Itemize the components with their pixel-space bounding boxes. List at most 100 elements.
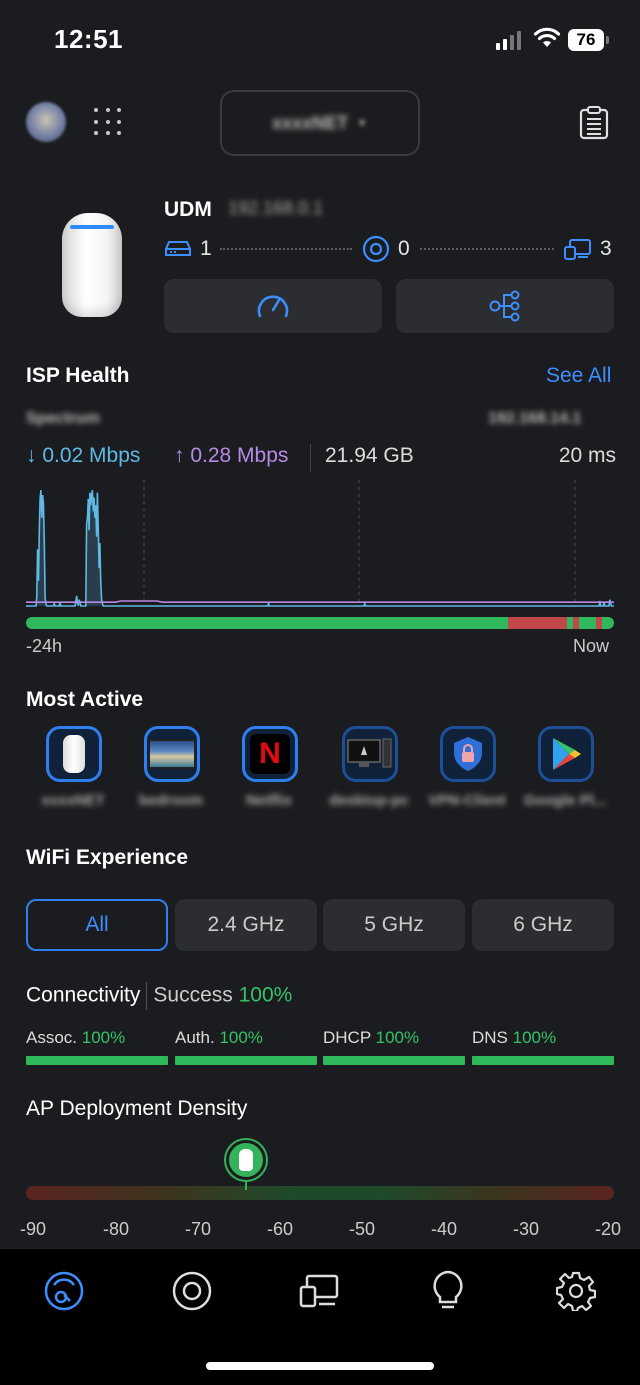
tab-insights[interactable] xyxy=(426,1269,470,1313)
isp-name: Spectrum xyxy=(26,410,100,427)
wireless-count-value: 0 xyxy=(398,237,410,260)
most-active-name: desktop-pc xyxy=(328,792,409,809)
density-tick: -30 xyxy=(512,1219,539,1239)
metric-value: 100% xyxy=(512,1028,557,1047)
topology-button[interactable] xyxy=(396,279,614,333)
total-usage: 21.94 GB xyxy=(325,444,414,467)
most-active-item-udm[interactable] xyxy=(46,726,102,782)
upload-value: 0.28 Mbps xyxy=(190,444,289,467)
isp-throughput-chart[interactable] xyxy=(26,480,614,612)
site-selector[interactable]: xxxxNET ▼ xyxy=(220,90,420,156)
wifi-experience-title: WiFi Experience xyxy=(26,846,189,869)
site-name: xxxxNET xyxy=(272,112,349,133)
ap-density-marker[interactable] xyxy=(226,1140,267,1180)
clients-count-value: 3 xyxy=(600,237,612,260)
metric-dns: DNS 100% xyxy=(472,1028,614,1065)
density-marker-stem xyxy=(245,1180,248,1190)
most-active-name: VPN-Client xyxy=(428,792,506,809)
band-tab-all[interactable]: All xyxy=(26,899,168,951)
band-tab-5ghz[interactable]: 5 GHz xyxy=(323,899,465,951)
arrow-up-icon: ↑ xyxy=(174,444,191,467)
tab-settings[interactable] xyxy=(554,1269,598,1313)
most-active-name: bedroom xyxy=(138,792,204,809)
density-tick: -80 xyxy=(102,1219,129,1239)
clients-icon xyxy=(299,1274,339,1308)
download-series-area xyxy=(26,490,614,606)
connectivity-summary: Connectivity Success 100% xyxy=(26,982,292,1010)
topology-summary[interactable]: 1 0 3 xyxy=(164,234,614,264)
density-tick: -90 xyxy=(19,1219,46,1239)
tab-dashboard[interactable] xyxy=(42,1269,86,1313)
health-segment xyxy=(578,617,597,629)
clients-count: 3 xyxy=(564,234,612,264)
arrow-down-icon: ↓ xyxy=(26,444,43,467)
most-active-item-netflix[interactable]: N xyxy=(242,726,298,782)
udm-device-image[interactable] xyxy=(62,213,122,317)
connectivity-label: Connectivity xyxy=(26,983,141,1007)
metric-label: Auth. xyxy=(175,1028,215,1047)
wired-devices-count: 1 xyxy=(164,234,212,264)
see-all-link[interactable]: See All xyxy=(546,364,611,388)
download-rate: ↓ 0.02 Mbps xyxy=(26,444,140,468)
topology-icon xyxy=(489,290,520,322)
tab-devices[interactable] xyxy=(170,1269,214,1313)
tab-clients[interactable] xyxy=(298,1269,342,1313)
clipboard-list-icon[interactable] xyxy=(578,106,610,140)
metric-label: DHCP xyxy=(323,1028,371,1047)
switch-icon xyxy=(165,241,191,256)
battery-icon: 76 xyxy=(568,29,610,51)
upload-rate: ↑ 0.28 Mbps xyxy=(174,444,288,468)
clients-icon xyxy=(564,239,591,260)
most-active-item-bedroom[interactable] xyxy=(144,726,200,782)
density-tick: -60 xyxy=(266,1219,293,1239)
shield-lock-icon xyxy=(454,737,482,771)
device-name: UDM xyxy=(164,198,212,221)
device-ip: 192.168.0.1 xyxy=(228,198,324,218)
cellular-signal-icon xyxy=(496,31,521,50)
density-tick: -70 xyxy=(184,1219,211,1239)
success-value: 100% xyxy=(238,983,293,1007)
metric-value: 100% xyxy=(219,1028,263,1047)
most-active-name: Google Pl... xyxy=(523,792,607,809)
density-tick: -40 xyxy=(430,1219,457,1239)
metric-bar xyxy=(26,1056,168,1065)
gear-icon xyxy=(556,1271,596,1311)
health-segment xyxy=(602,617,614,629)
wired-count-value: 1 xyxy=(200,237,212,260)
chart-end-label: Now xyxy=(573,636,610,656)
metric-assoc: Assoc. 100% xyxy=(26,1028,168,1065)
udm-device-icon xyxy=(63,735,85,773)
health-segment xyxy=(26,617,509,629)
battery-level: 76 xyxy=(568,29,604,51)
most-active-item-desktop[interactable] xyxy=(342,726,398,782)
ap-density-bar xyxy=(26,1186,614,1200)
tv-screen-icon xyxy=(148,739,196,769)
chevron-down-icon: ▼ xyxy=(356,116,368,130)
metric-bar xyxy=(472,1056,614,1065)
most-active-item-google-play[interactable] xyxy=(538,726,594,782)
band-tab-2-4ghz[interactable]: 2.4 GHz xyxy=(175,899,317,951)
access-point-icon xyxy=(239,1149,254,1171)
metric-bar xyxy=(323,1056,465,1065)
isp-rates: ↓ 0.02 Mbps ↑ 0.28 Mbps 21.94 GB 20 ms xyxy=(26,444,616,472)
home-indicator[interactable] xyxy=(206,1362,434,1370)
access-point-icon xyxy=(362,235,390,263)
netflix-icon: N xyxy=(250,734,290,774)
latency: 20 ms xyxy=(558,444,616,467)
google-play-icon xyxy=(553,738,581,770)
speed-test-button[interactable] xyxy=(164,279,382,333)
app-screen: 12:51 76 xxxxNET ▼ UDM 192.168.0.1 1 0 3… xyxy=(0,0,640,1385)
success-label: Success xyxy=(153,983,233,1007)
density-tick: -20 xyxy=(594,1219,621,1239)
isp-health-title: ISP Health xyxy=(26,364,130,387)
most-active-name: xxxxNET xyxy=(41,792,105,809)
user-avatar[interactable] xyxy=(26,102,66,142)
band-tab-6ghz[interactable]: 6 GHz xyxy=(472,899,614,951)
metric-bar xyxy=(175,1056,317,1065)
wireless-devices-count: 0 xyxy=(362,234,410,264)
app-switcher-icon[interactable] xyxy=(92,106,124,138)
most-active-title: Most Active xyxy=(26,688,144,711)
lightbulb-icon xyxy=(433,1270,463,1309)
most-active-item-vpn[interactable] xyxy=(440,726,496,782)
metric-value: 100% xyxy=(81,1028,126,1047)
